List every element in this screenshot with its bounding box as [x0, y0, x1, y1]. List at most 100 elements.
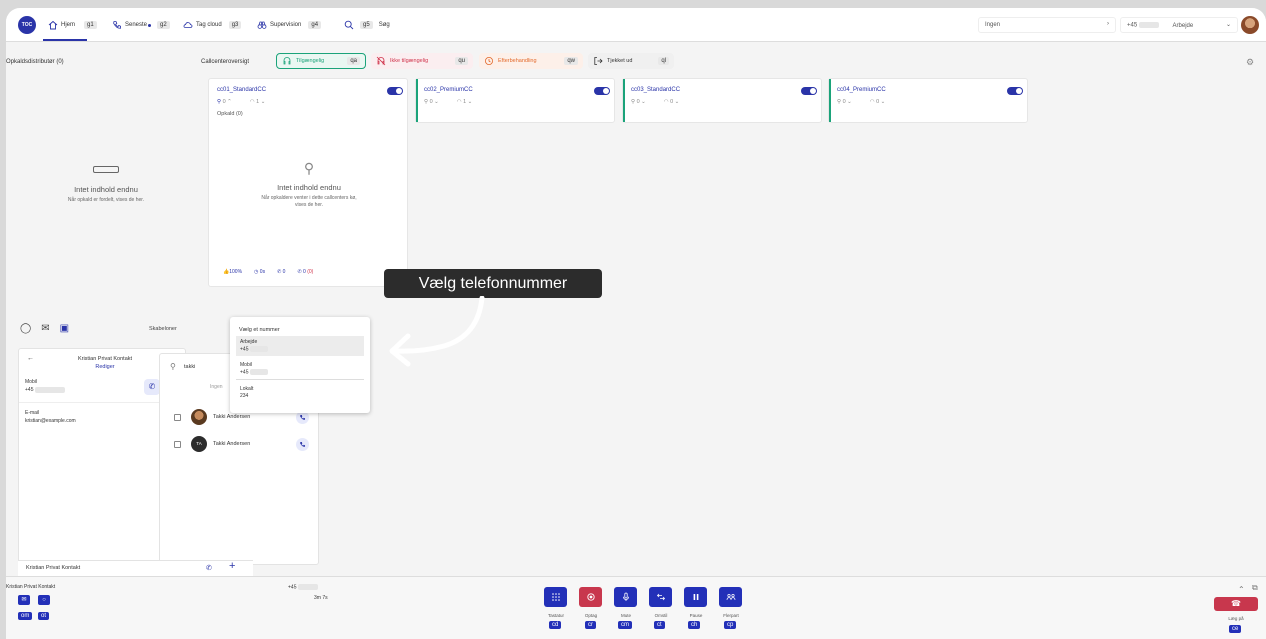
- queue-count[interactable]: ◠ 0 ⌄: [664, 99, 680, 105]
- status-wrapup-button[interactable]: Efterbehandling qw: [479, 53, 583, 69]
- card-toggle[interactable]: [594, 87, 610, 95]
- blurred-number: [249, 346, 268, 352]
- status-checked-out-button[interactable]: Tjekket ud ql: [588, 53, 674, 69]
- search-input[interactable]: takki: [184, 364, 195, 370]
- templates-button[interactable]: Skabeloner: [149, 326, 177, 332]
- call-mobile-button[interactable]: ✆: [144, 379, 160, 395]
- card-stats: ⚲ 0 ⌄ ◠ 1 ⌄: [424, 99, 472, 105]
- number-prefix: +45: [1127, 22, 1138, 29]
- hangup-button[interactable]: ☎: [1214, 597, 1258, 611]
- caller-number: +45: [288, 584, 297, 591]
- card-toggle[interactable]: [801, 87, 817, 95]
- chat-icon[interactable]: ○: [38, 595, 50, 605]
- mobile-label: Mobil: [25, 379, 37, 385]
- person-icon: ⚲: [303, 160, 315, 176]
- phone-icon: [300, 414, 306, 420]
- app-logo[interactable]: TOC: [18, 16, 36, 34]
- mail-icon[interactable]: ✉: [18, 595, 30, 605]
- edit-link[interactable]: Rediger: [55, 364, 155, 370]
- chevron-down-icon: ⌄: [1225, 22, 1231, 28]
- queue-count[interactable]: ◠ 1 ⌄: [457, 99, 473, 105]
- pause-button[interactable]: [684, 587, 707, 607]
- chevron-up-icon[interactable]: ⌃: [1238, 585, 1245, 594]
- keypad-button[interactable]: [544, 587, 567, 607]
- mail-icon[interactable]: ✉: [41, 323, 49, 334]
- nav-home-label: Hjem: [61, 22, 76, 28]
- mobile-field: Mobil +45: [25, 378, 65, 394]
- service-level-stat: 👍100%: [223, 269, 243, 275]
- transfer-key: ct: [654, 621, 665, 629]
- result-checkbox[interactable]: [174, 440, 181, 448]
- card-toggle[interactable]: [387, 87, 403, 95]
- search-hint: Ingen: [210, 384, 223, 390]
- option-type: Arbejde: [240, 339, 258, 345]
- cloud-icon: [183, 22, 193, 28]
- result-checkbox[interactable]: [174, 413, 181, 421]
- option-number: 234: [240, 393, 249, 399]
- settings-icon[interactable]: ⚙: [1246, 57, 1254, 68]
- unread-dot: [148, 23, 152, 27]
- card-title: cc02_PremiumCC: [424, 87, 473, 93]
- agents-count[interactable]: ⚲ 0 ⌄: [837, 99, 852, 105]
- email-value[interactable]: kristian@example.com: [25, 417, 76, 425]
- contact-tab[interactable]: Kristian Privat Kontakt ✆: [18, 560, 253, 576]
- queue-count[interactable]: ◠ 1 ⌄: [250, 99, 266, 105]
- user-avatar[interactable]: [1241, 16, 1259, 34]
- active-indicator: [623, 79, 625, 122]
- nav-home[interactable]: Hjem g1: [48, 19, 97, 31]
- conference-key: cp: [724, 621, 737, 629]
- caller-name: Kristian Privat Kontakt: [6, 584, 56, 590]
- binoculars-icon: [257, 21, 267, 29]
- queue-select[interactable]: Ingen ›: [978, 17, 1116, 33]
- back-arrow-icon[interactable]: ←: [27, 355, 34, 362]
- mute-button[interactable]: [614, 587, 637, 607]
- nav-tag-cloud[interactable]: Tag cloud g3: [183, 19, 242, 31]
- queue-select-value: Ingen: [985, 22, 1001, 28]
- record-label: Optag: [584, 613, 598, 618]
- hangup-key: ce: [1229, 625, 1242, 633]
- contact-avatar: [191, 409, 207, 425]
- status-available-button[interactable]: Tilgængelig qa: [276, 53, 366, 69]
- callcenter-title: Callcenteroversigt: [201, 59, 250, 65]
- nav-search-label: Søg: [378, 22, 390, 28]
- search-result-row[interactable]: TA Takki Andersen: [172, 433, 317, 455]
- status-checked-out-key: ql: [658, 57, 669, 65]
- result-name: Takki Andersen: [213, 414, 251, 420]
- chevron-right-icon: ›: [1107, 21, 1109, 27]
- chat-icon[interactable]: ◯: [20, 323, 31, 334]
- keypad-label: Tastatur: [547, 613, 564, 618]
- conference-label: Flerpart: [723, 613, 739, 618]
- nav-recent-key: g2: [157, 21, 170, 29]
- callcenter-card-cc01: cc01_StandardCC ⚲ 0 ⌃ ◠ 1 ⌄ Opkald (0) ⚲…: [208, 78, 408, 287]
- status-checked-out-label: Tjekket ud: [607, 58, 633, 64]
- number-option-local[interactable]: Lokalt 234: [236, 383, 364, 403]
- number-select[interactable]: +45 Arbejde ⌄: [1120, 17, 1238, 33]
- popout-icon[interactable]: ⧉: [1252, 583, 1258, 593]
- record-button[interactable]: [579, 587, 602, 607]
- number-option-mobile[interactable]: Mobil +45: [236, 359, 364, 381]
- nav-supervision-label: Supervision: [270, 22, 302, 28]
- contact-avatar: TA: [191, 436, 207, 452]
- call-result-button[interactable]: [296, 437, 309, 451]
- status-wrapup-label: Efterbehandling: [498, 58, 537, 64]
- add-tab-button[interactable]: +: [229, 560, 235, 572]
- nav-supervision[interactable]: Supervision g4: [257, 19, 322, 31]
- agents-count[interactable]: ⚲ 0 ⌃: [217, 99, 232, 105]
- contact-card-icon[interactable]: ▣: [60, 323, 69, 334]
- contact-toolbar: ◯ ✉ ▣: [20, 323, 69, 334]
- card-toggle[interactable]: [1007, 87, 1023, 95]
- queue-count[interactable]: ◠ 0 ⌄: [870, 99, 886, 105]
- nav-search[interactable]: g5 Søg: [344, 19, 390, 31]
- transfer-button[interactable]: [649, 587, 672, 607]
- hangup-icon: ☎: [1231, 599, 1241, 608]
- number-type: Arbejde: [1172, 22, 1194, 29]
- nav-recent[interactable]: Seneste g2: [112, 19, 170, 31]
- conference-button[interactable]: [719, 587, 742, 607]
- hangup-label: Læg på: [1228, 616, 1244, 621]
- number-option-work[interactable]: Arbejde +45: [236, 336, 364, 357]
- search-icon: [344, 20, 354, 30]
- mute-label: Mute: [620, 613, 631, 618]
- agents-count[interactable]: ⚲ 0 ⌄: [631, 99, 646, 105]
- agents-count[interactable]: ⚲ 0 ⌄: [424, 99, 439, 105]
- status-unavailable-button[interactable]: Ikke tilgængelig qu: [371, 53, 473, 69]
